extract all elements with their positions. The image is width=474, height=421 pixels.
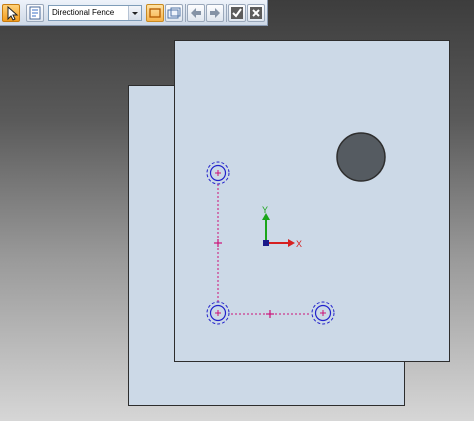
midpoint-markers	[214, 239, 274, 318]
hole-marker[interactable]	[206, 301, 230, 325]
x-axis-arrow	[288, 239, 295, 247]
hole-marker[interactable]	[206, 161, 230, 185]
y-axis-label: Y	[262, 205, 268, 215]
x-axis-label: X	[296, 239, 302, 249]
part-geometry: Y X	[206, 132, 386, 325]
pattern-lines	[217, 184, 310, 315]
large-hole[interactable]	[336, 132, 386, 182]
origin-point	[263, 240, 269, 246]
hole-marker[interactable]	[311, 301, 335, 325]
coordinate-triad: Y X	[262, 205, 302, 249]
